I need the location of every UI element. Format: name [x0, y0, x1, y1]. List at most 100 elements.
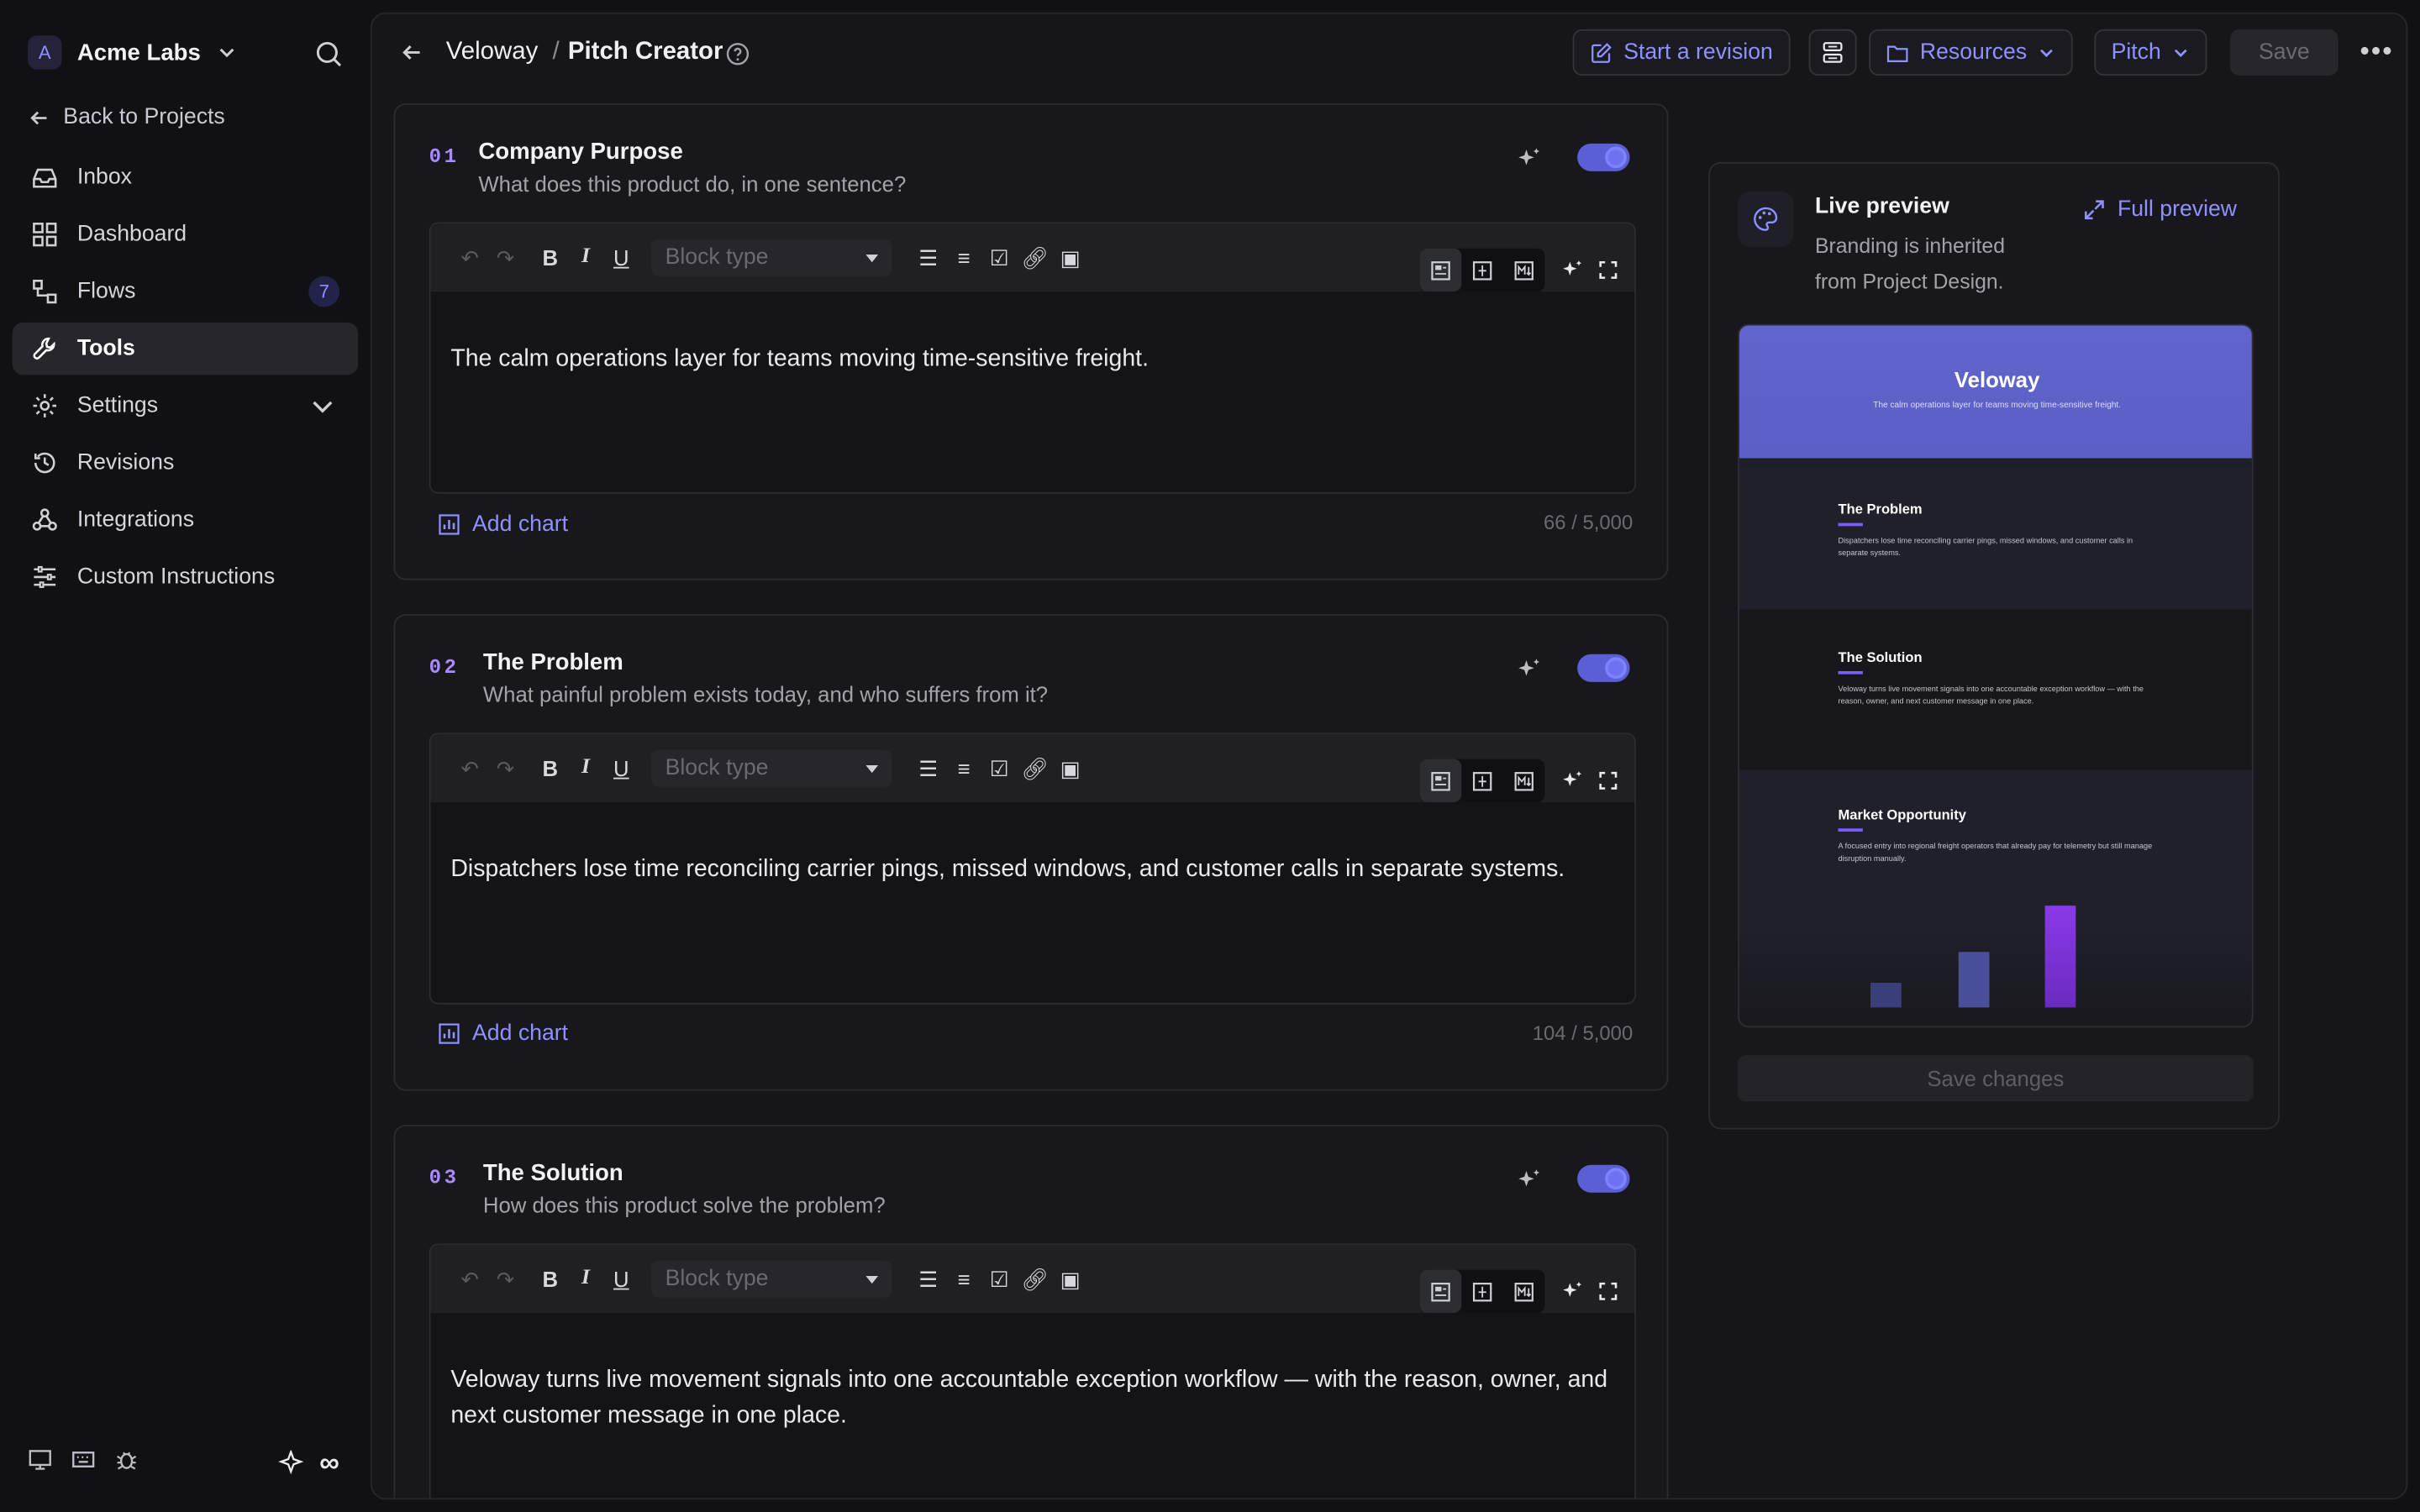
link-icon[interactable]: 🔗︎	[1017, 734, 1052, 802]
sidebar-item-flows[interactable]: Flows 7	[13, 265, 358, 318]
save-button[interactable]: Save	[2230, 29, 2338, 76]
workspace-switcher[interactable]: A Acme Labs	[28, 34, 238, 71]
bold-icon[interactable]: B	[533, 223, 568, 291]
full-preview-button[interactable]: Full preview	[2084, 197, 2237, 222]
slide-underline	[1838, 522, 1863, 526]
editor-content[interactable]: The calm operations layer for teams movi…	[430, 291, 1634, 426]
add-chart-button[interactable]: Add chart	[439, 512, 568, 537]
preview-subtitle: Branding is inherited from Project Desig…	[1814, 234, 2006, 293]
keyboard-icon[interactable]	[71, 1447, 95, 1472]
split-view-icon[interactable]	[1461, 1270, 1503, 1313]
fullscreen-icon[interactable]	[1590, 1257, 1625, 1326]
numbered-list-icon[interactable]: ≡	[946, 223, 981, 291]
split-view-icon[interactable]	[1461, 759, 1503, 802]
block-type-select[interactable]: Block type	[651, 1260, 892, 1298]
arrow-left-icon[interactable]	[400, 40, 424, 65]
redo-icon[interactable]: ↷	[487, 734, 523, 802]
toggle-layout-button[interactable]	[1808, 29, 1857, 76]
monitor-icon[interactable]	[28, 1447, 52, 1472]
underline-icon[interactable]: U	[603, 223, 639, 291]
markdown-view-icon[interactable]	[1503, 1270, 1545, 1313]
undo-icon[interactable]: ↶	[452, 734, 487, 802]
search-icon[interactable]	[313, 39, 345, 70]
insert-image-icon[interactable]: ▣	[1053, 223, 1088, 291]
section-enabled-toggle[interactable]	[1577, 1164, 1630, 1193]
checklist-icon[interactable]: ☑	[981, 223, 1017, 291]
sidebar-item-revisions[interactable]: Revisions	[13, 437, 358, 489]
ai-sparkle-icon[interactable]	[1516, 145, 1544, 173]
help-icon[interactable]	[725, 42, 750, 66]
more-options-icon[interactable]: •••	[2360, 35, 2393, 68]
editor-toolbar-right	[1419, 236, 1625, 304]
ai-sparkle-icon[interactable]	[1555, 1257, 1590, 1326]
insert-image-icon[interactable]: ▣	[1053, 1245, 1088, 1313]
ai-sparkle-icon[interactable]	[1516, 656, 1544, 684]
resources-dropdown[interactable]: Resources	[1869, 29, 2074, 76]
rich-view-icon[interactable]	[1419, 1269, 1462, 1314]
add-chart-button[interactable]: Add chart	[439, 1021, 568, 1046]
italic-icon[interactable]: I	[568, 734, 603, 802]
sidebar-item-label: Dashboard	[76, 222, 187, 247]
redo-icon[interactable]: ↷	[487, 1245, 523, 1313]
markdown-view-icon[interactable]	[1503, 249, 1545, 291]
section-enabled-toggle[interactable]	[1577, 654, 1630, 682]
checklist-icon[interactable]: ☑	[981, 1245, 1017, 1313]
back-to-projects-link[interactable]: Back to Projects	[28, 105, 225, 129]
webhook-icon	[32, 508, 57, 531]
breadcrumb-project[interactable]: Veloway	[446, 39, 538, 66]
markdown-view-icon[interactable]	[1503, 759, 1545, 802]
slide-deck-preview: Veloway The calm operations layer for te…	[1738, 323, 2254, 1028]
editor-content[interactable]: Dispatchers lose time reconciling carrie…	[430, 802, 1634, 937]
history-icon	[34, 452, 55, 474]
italic-icon[interactable]: I	[568, 1245, 603, 1313]
sparkle-icon[interactable]	[278, 1450, 304, 1476]
italic-icon[interactable]: I	[568, 223, 603, 291]
ai-sparkle-icon[interactable]	[1555, 236, 1590, 304]
rich-text-editor: ↶ ↷ B I U Block type ☰ ≡ ☑ 🔗︎ ▣	[429, 1243, 1636, 1499]
chevron-down-icon[interactable]	[308, 392, 336, 420]
sidebar-item-settings[interactable]: Settings	[13, 380, 358, 432]
ai-sparkle-icon[interactable]	[1555, 747, 1590, 815]
bold-icon[interactable]: B	[533, 734, 568, 802]
fullscreen-icon[interactable]	[1590, 236, 1625, 304]
numbered-list-icon[interactable]: ≡	[946, 1245, 981, 1313]
section-enabled-toggle[interactable]	[1577, 143, 1630, 171]
split-view-icon[interactable]	[1461, 249, 1503, 291]
chart-icon	[439, 1023, 460, 1044]
bullet-list-icon[interactable]: ☰	[911, 1245, 946, 1313]
numbered-list-icon[interactable]: ≡	[946, 734, 981, 802]
block-type-select[interactable]: Block type	[651, 239, 892, 276]
underline-icon[interactable]: U	[603, 734, 639, 802]
bold-icon[interactable]: B	[533, 1245, 568, 1313]
redo-icon[interactable]: ↷	[487, 223, 523, 291]
undo-icon[interactable]: ↶	[452, 1245, 487, 1313]
link-icon[interactable]: 🔗︎	[1017, 1245, 1052, 1313]
character-count: 104 / 5,000	[1532, 1021, 1634, 1045]
slide-market-text: A focused entry into regional freight op…	[1838, 841, 2153, 864]
bullet-list-icon[interactable]: ☰	[911, 223, 946, 291]
insert-image-icon[interactable]: ▣	[1053, 734, 1088, 802]
editor-content[interactable]: Veloway turns live movement signals into…	[430, 1313, 1634, 1483]
sidebar-item-dashboard[interactable]: Dashboard	[13, 208, 358, 260]
sidebar-item-inbox[interactable]: Inbox	[13, 151, 358, 203]
infinity-icon[interactable]: ∞	[319, 1447, 339, 1480]
bullet-list-icon[interactable]: ☰	[911, 734, 946, 802]
link-icon[interactable]: 🔗︎	[1017, 223, 1052, 291]
sliders-icon	[34, 565, 56, 588]
sidebar-item-tools[interactable]: Tools	[12, 322, 359, 375]
checklist-icon[interactable]: ☑	[981, 734, 1017, 802]
rich-view-icon[interactable]	[1419, 248, 1462, 292]
block-type-select[interactable]: Block type	[651, 749, 892, 787]
bug-icon[interactable]	[114, 1447, 139, 1472]
pitch-dropdown[interactable]: Pitch	[2094, 29, 2207, 76]
undo-icon[interactable]: ↶	[452, 223, 487, 291]
rich-view-icon[interactable]	[1419, 759, 1462, 803]
sidebar-item-custom-instructions[interactable]: Custom Instructions	[13, 551, 358, 603]
start-revision-button[interactable]: Start a revision	[1572, 29, 1791, 76]
save-changes-button[interactable]: Save changes	[1738, 1055, 2254, 1102]
fullscreen-icon[interactable]	[1590, 747, 1625, 815]
live-preview-panel: Live preview Branding is inherited from …	[1708, 161, 2280, 1130]
underline-icon[interactable]: U	[603, 1245, 639, 1313]
sidebar-item-integrations[interactable]: Integrations	[13, 494, 358, 546]
ai-sparkle-icon[interactable]	[1516, 1167, 1544, 1194]
